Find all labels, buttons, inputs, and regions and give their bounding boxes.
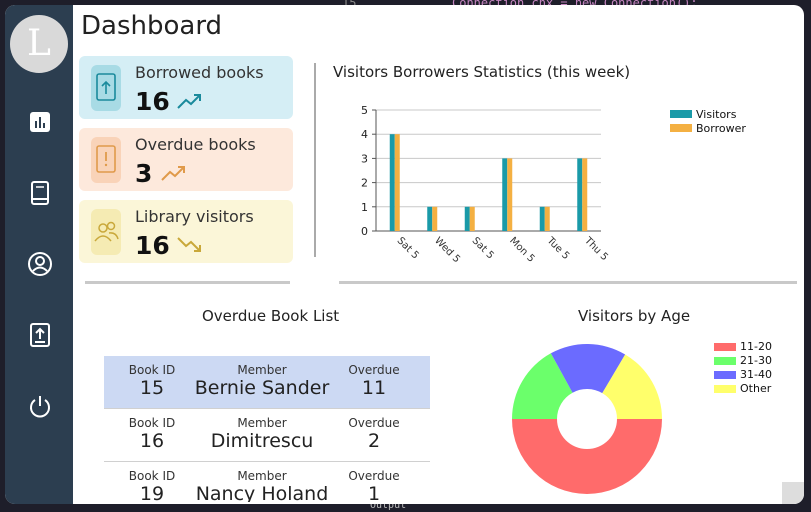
user-circle-icon[interactable] bbox=[27, 251, 53, 277]
bar-borrower bbox=[469, 206, 475, 231]
bar-borrower bbox=[582, 158, 588, 231]
bar-visitors bbox=[539, 206, 545, 231]
x-tick-label: Sat 5 bbox=[470, 235, 496, 261]
table-row[interactable]: Book ID 19 Member Nancy Holand Overdue 1 bbox=[104, 462, 430, 502]
bar-borrower bbox=[432, 206, 438, 231]
pie-legend-item: 31-40 bbox=[714, 368, 772, 381]
sidebar: L bbox=[5, 5, 73, 504]
bar-visitors bbox=[502, 158, 508, 231]
book-icon[interactable] bbox=[27, 180, 53, 206]
vertical-divider bbox=[314, 63, 316, 257]
main-content: Dashboard Borrowed books 16 Overdue book… bbox=[73, 5, 804, 504]
y-tick-label: 1 bbox=[361, 201, 368, 214]
legend-swatch bbox=[714, 385, 736, 393]
card-value: 16 bbox=[135, 87, 170, 116]
card-value: 16 bbox=[135, 231, 170, 260]
book-id-header: Book ID bbox=[128, 416, 176, 430]
pie-slice-11-20 bbox=[512, 419, 662, 494]
y-tick-label: 5 bbox=[361, 104, 368, 117]
library-visitors-card[interactable]: Library visitors 16 bbox=[79, 200, 293, 263]
bar-borrower bbox=[507, 158, 513, 231]
trend-up-icon bbox=[177, 92, 203, 114]
users-icon bbox=[91, 209, 121, 255]
app-logo: L bbox=[10, 15, 68, 73]
legend-label: Other bbox=[740, 382, 772, 395]
x-tick-label: Wed 5 bbox=[432, 235, 462, 265]
overdue-books-card[interactable]: Overdue books 3 bbox=[79, 128, 293, 191]
page-title: Dashboard bbox=[81, 11, 223, 41]
bar-chart-icon[interactable] bbox=[27, 109, 53, 135]
legend-label: 11-20 bbox=[740, 340, 772, 353]
pie-legend-item: Other bbox=[714, 382, 771, 395]
pie-chart-title: Visitors by Age bbox=[578, 307, 691, 325]
card-label: Borrowed books bbox=[135, 63, 264, 82]
bar-borrower bbox=[544, 206, 550, 231]
member-value: Nancy Holand bbox=[195, 483, 329, 502]
pie-legend-item: 21-30 bbox=[714, 354, 772, 367]
overdue-header: Overdue bbox=[348, 416, 400, 430]
borrowed-books-card[interactable]: Borrowed books 16 bbox=[79, 56, 293, 119]
app-window: L Dashboard Borrowed books 16 Overdue bo… bbox=[5, 5, 804, 504]
bar-visitors bbox=[577, 158, 583, 231]
bar-chart-title: Visitors Borrowers Statistics (this week… bbox=[333, 63, 631, 81]
table-row[interactable]: Book ID 15 Member Bernie Sander Overdue 11 bbox=[104, 356, 430, 409]
card-label: Library visitors bbox=[135, 207, 254, 226]
legend-swatch bbox=[714, 371, 736, 379]
alert-file-icon bbox=[91, 137, 121, 183]
book-id-header: Book ID bbox=[128, 363, 176, 377]
book-id-header: Book ID bbox=[128, 469, 176, 483]
scrollbar-corner[interactable] bbox=[782, 482, 804, 504]
member-header: Member bbox=[237, 469, 287, 483]
member-value: Bernie Sander bbox=[194, 377, 330, 399]
bar-visitors bbox=[427, 206, 433, 231]
legend-label: 21-30 bbox=[740, 354, 772, 367]
bar-chart: 0 1 2 3 4 5 Sat 5 Wed 5 Sat 5 Mon 5 Tue 5 Thu 5 Visi… bbox=[361, 104, 746, 265]
y-tick-label: 3 bbox=[361, 152, 368, 165]
overdue-header: Overdue bbox=[348, 469, 400, 483]
card-value: 3 bbox=[135, 159, 153, 188]
trend-up-icon bbox=[161, 164, 187, 186]
power-icon[interactable] bbox=[27, 393, 53, 419]
pie-chart bbox=[512, 344, 662, 494]
overdue-value: 2 bbox=[367, 430, 381, 452]
x-tick-label: Tue 5 bbox=[544, 235, 571, 262]
y-tick-label: 2 bbox=[361, 177, 368, 190]
section-divider-left bbox=[85, 281, 290, 284]
overdue-header: Overdue bbox=[348, 363, 400, 377]
book-id-value: 15 bbox=[139, 377, 165, 399]
bar-visitors bbox=[389, 134, 395, 231]
y-tick-label: 0 bbox=[361, 225, 368, 238]
pie-legend-item: 11-20 bbox=[714, 340, 772, 353]
x-tick-label: Sat 5 bbox=[395, 235, 421, 261]
x-tick-label: Mon 5 bbox=[507, 235, 536, 264]
member-header: Member bbox=[237, 363, 287, 377]
bar-visitors bbox=[464, 206, 470, 231]
upload-icon[interactable] bbox=[27, 322, 53, 348]
legend-swatch bbox=[670, 110, 692, 118]
section-divider-right bbox=[339, 281, 797, 284]
overdue-value: 1 bbox=[367, 483, 381, 502]
table-row[interactable]: Book ID 16 Member Dimitrescu Overdue 2 bbox=[104, 409, 430, 462]
legend-swatch bbox=[714, 343, 736, 351]
x-tick-label: Thu 5 bbox=[581, 235, 610, 264]
member-header: Member bbox=[237, 416, 287, 430]
y-tick-label: 4 bbox=[361, 128, 368, 141]
book-id-value: 16 bbox=[139, 430, 165, 452]
legend-swatch bbox=[670, 124, 692, 132]
card-label: Overdue books bbox=[135, 135, 256, 154]
bar-borrower bbox=[394, 134, 400, 231]
overdue-value: 11 bbox=[361, 377, 387, 399]
upload-file-icon bbox=[91, 65, 121, 111]
legend-label: Borrower bbox=[696, 122, 746, 135]
member-value: Dimitrescu bbox=[210, 430, 314, 452]
legend-label: Visitors bbox=[696, 108, 737, 121]
book-id-value: 19 bbox=[139, 483, 165, 502]
overdue-list-title: Overdue Book List bbox=[202, 307, 340, 325]
legend-swatch bbox=[714, 357, 736, 365]
trend-down-icon bbox=[177, 236, 203, 258]
legend-label: 31-40 bbox=[740, 368, 772, 381]
